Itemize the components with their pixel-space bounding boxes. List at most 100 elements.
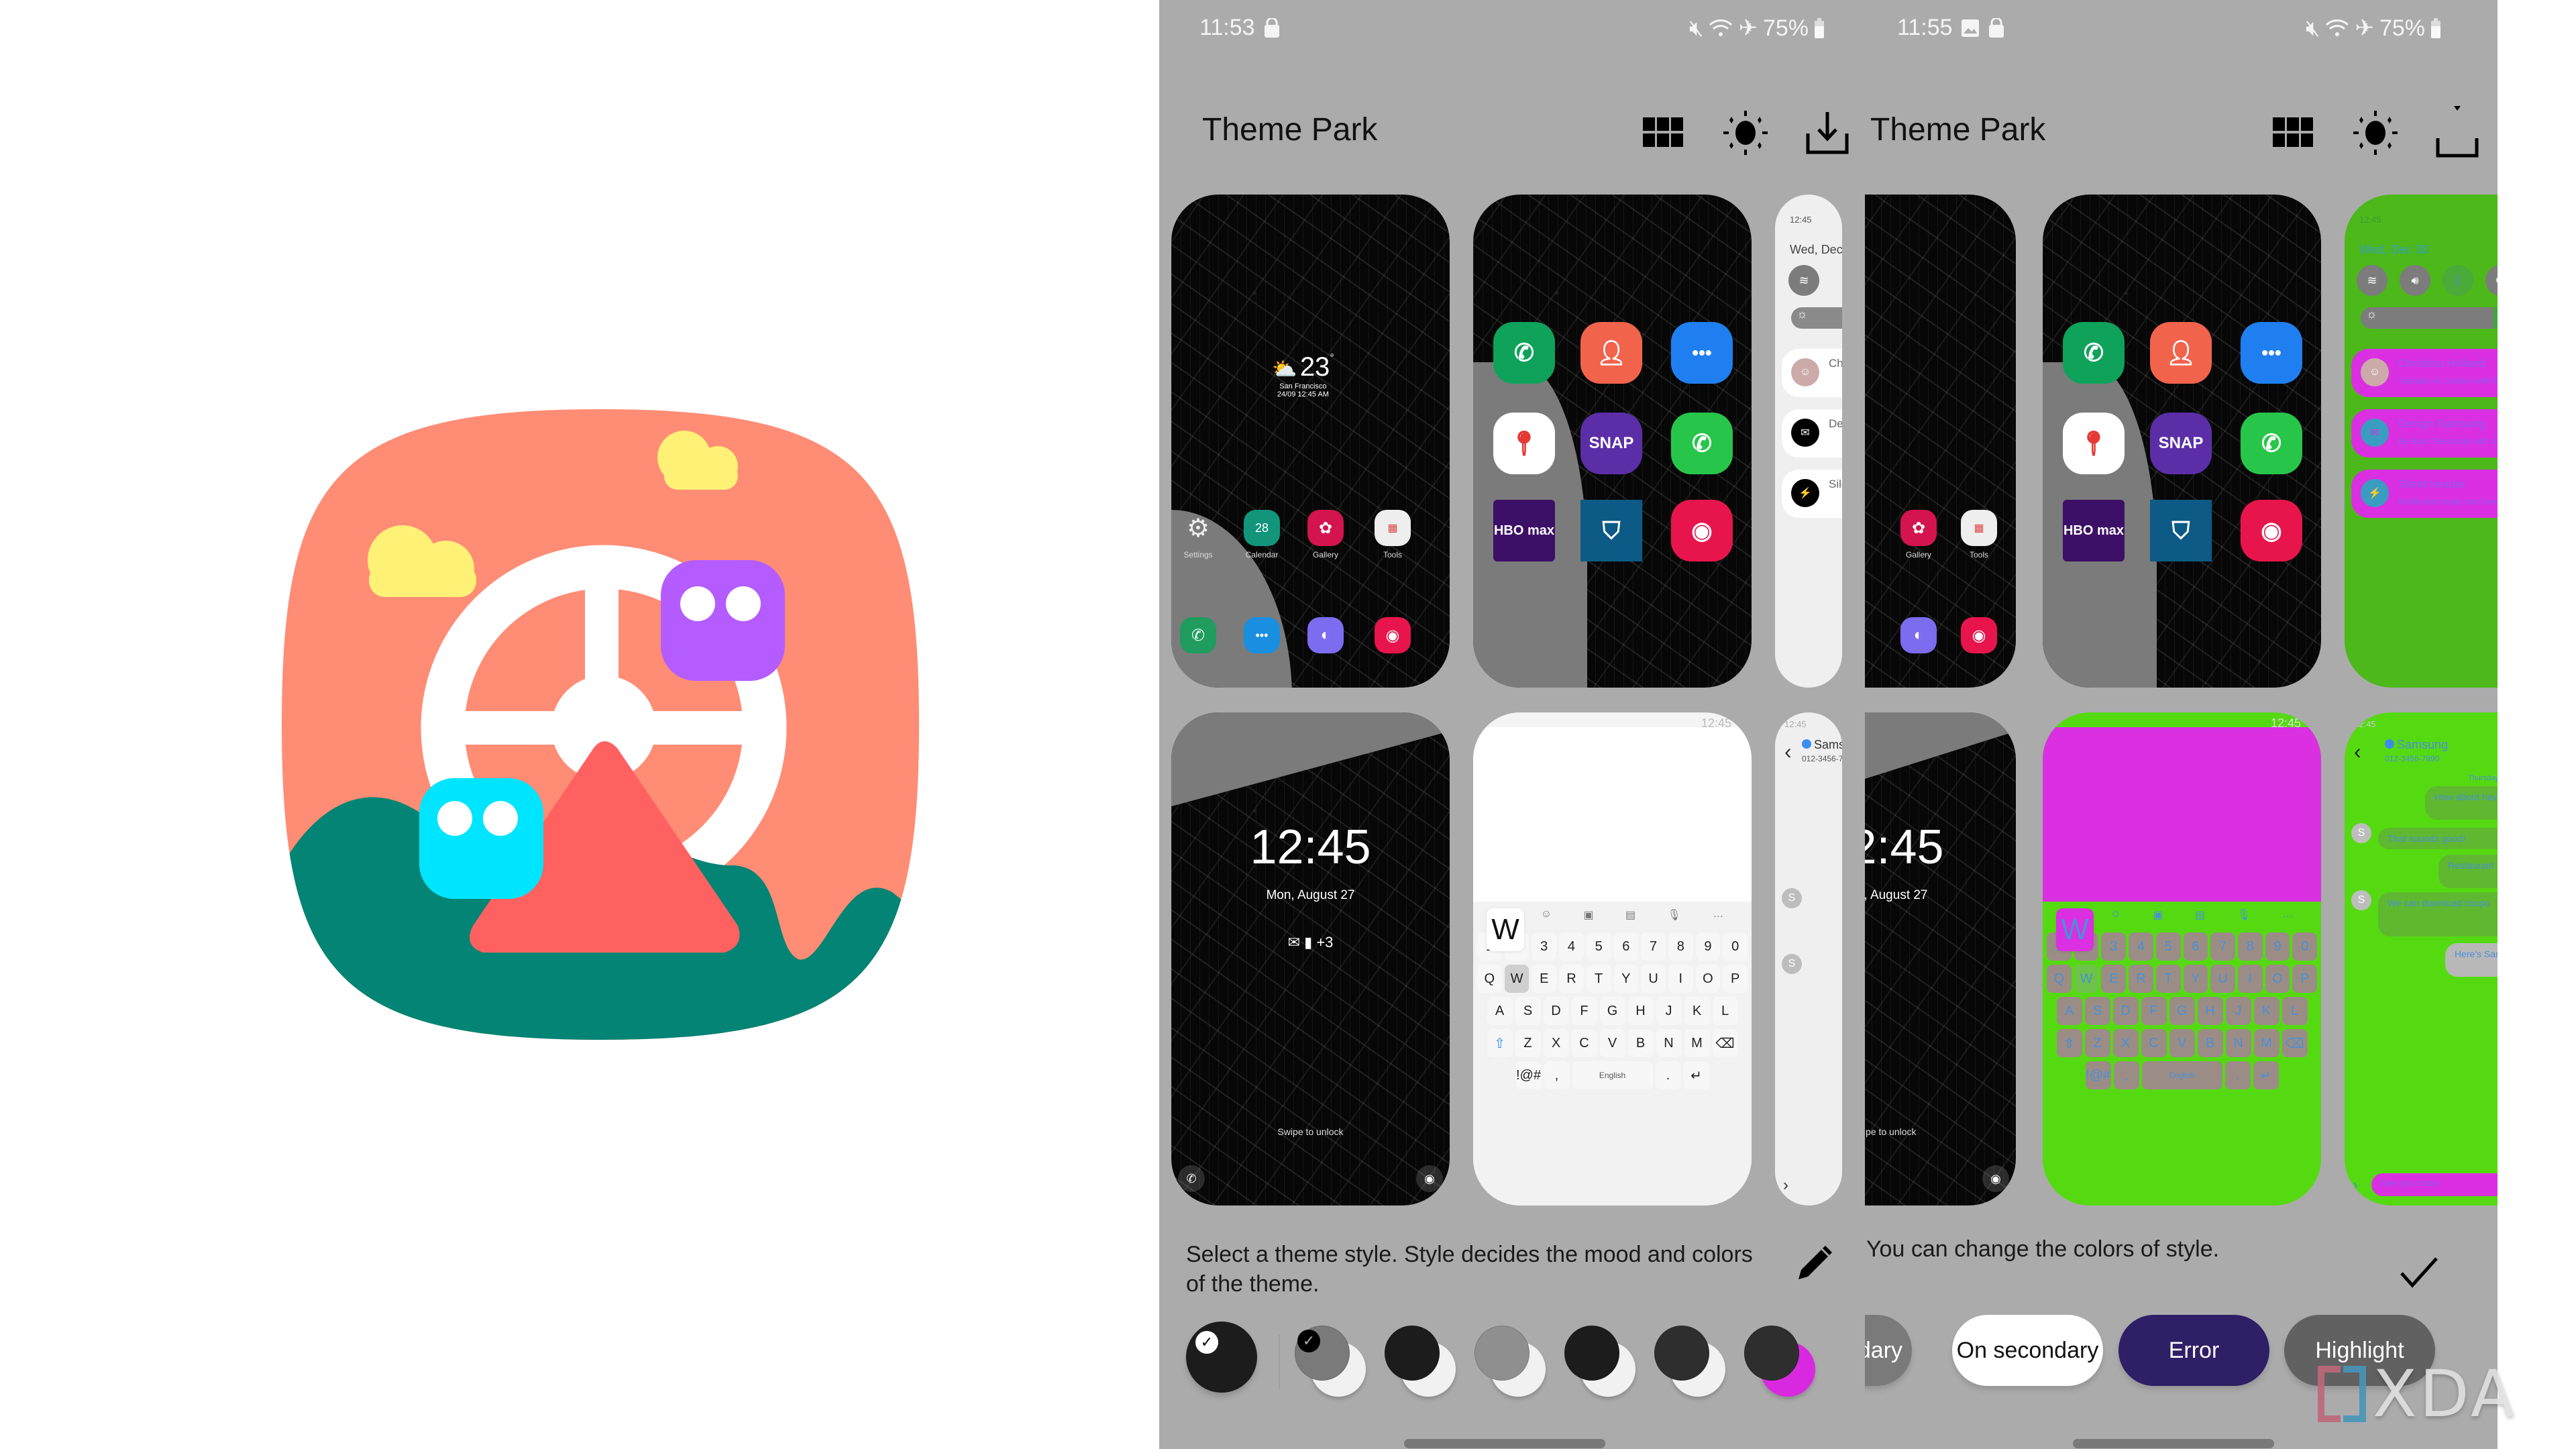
style-swatch[interactable]: ✓ <box>1295 1326 1368 1399</box>
key: 6 <box>1613 932 1639 961</box>
color-chip-on-secondary[interactable]: On secondary <box>1952 1315 2103 1386</box>
home-app-settings: ⚙ Settings <box>1178 510 1218 560</box>
gesture-nav-handle[interactable] <box>1404 1439 1605 1448</box>
key: I <box>2237 965 2263 993</box>
preview-lock-screen[interactable]: 12:45 Mon, August 27 Swipe to unlock ◉ <box>1865 712 2016 1205</box>
edit-style-button[interactable] <box>1790 1241 1837 1288</box>
layout-grid-button[interactable] <box>2269 109 2318 157</box>
dock-messages: ••• <box>1242 617 1282 657</box>
preview-lock-screen[interactable]: 12:45 Mon, August 27 ✉ ▮ +3 Swipe to unl… <box>1171 712 1450 1205</box>
message-bubble-in: We can download coupo <box>2378 892 2498 936</box>
more-icon: … <box>1713 908 1724 920</box>
preview-home-screen[interactable]: ⛅ 23° San Francisco 24/09 12:45 AM ⚙ Set… <box>1171 195 1450 688</box>
key: 7 <box>2210 932 2235 961</box>
emoji-icon: ☺ <box>2110 908 2122 920</box>
download-icon <box>1806 112 1849 154</box>
key: 3 <box>1532 932 1557 961</box>
bolt-icon: ⚡ <box>2361 479 2389 507</box>
style-swatch[interactable] <box>1474 1326 1548 1399</box>
status-time: 11:53 <box>1199 15 1255 40</box>
dock-camera: ◉ <box>1959 617 1999 657</box>
google-maps-icon: 📍︎ <box>2063 413 2125 474</box>
notification-item: ☺ Christina Holland Vacation in London wit… <box>2351 349 2498 397</box>
brightness-button[interactable] <box>2351 109 2400 157</box>
app-label: Tools <box>1969 550 1988 559</box>
preview-app-icons[interactable]: ✆ 👤︎ ••• 📍︎ SNAP ✆ HBO max ⛉ ◉ <box>1473 195 1752 688</box>
battery-icon <box>2431 18 2440 38</box>
key: U <box>2210 965 2235 993</box>
mute-icon: 🔇︎ <box>1689 15 1704 41</box>
key: X <box>1543 1029 1569 1057</box>
gesture-nav-handle[interactable] <box>2073 1439 2274 1448</box>
style-swatch[interactable] <box>1385 1326 1458 1399</box>
home-app-gallery: ✿ Gallery <box>1305 510 1346 559</box>
lock-phone-shortcut-icon: ✆ <box>1178 1165 1205 1192</box>
style-swatch[interactable] <box>1654 1326 1728 1399</box>
message-date: Thursday, October 25, 2018 <box>2467 774 2498 782</box>
battery-icon <box>1815 18 1824 38</box>
layout-grid-button[interactable] <box>1640 109 1688 157</box>
swatch-primary-color <box>1474 1326 1529 1381</box>
preview-home-screen[interactable]: 23 San Francisco ✿Gallery ▦Tools ◐ ◉ <box>1865 195 2016 688</box>
camera-app-icon: ◉ <box>2241 500 2302 561</box>
gif-icon: ▤ <box>1625 910 1636 921</box>
wifi-icon <box>1709 19 1733 36</box>
app-bar: Theme Park <box>1865 101 2498 161</box>
cyan-block-character <box>419 778 543 899</box>
preview-messages[interactable]: 12:45 ‹ Samsung 012-3456-7890 S S › <box>1775 712 1842 1205</box>
weather-city: San Francisco <box>1279 382 1327 390</box>
mic-icon: 🎙︎ <box>1667 910 1681 921</box>
key: N <box>2225 1029 2251 1057</box>
style-swatch[interactable] <box>1744 1326 1818 1399</box>
msg-time: 12:45 <box>2354 719 2376 729</box>
key: C <box>1571 1029 1597 1057</box>
marvel-snap-icon: SNAP <box>2150 413 2212 474</box>
color-chip-error[interactable]: Error <box>2118 1315 2269 1386</box>
key: F <box>2141 997 2167 1025</box>
sticker-icon: ▣ <box>2153 910 2163 921</box>
bubble-text: Restaurant <box>2448 860 2494 871</box>
calendar-day: 28 <box>1254 521 1269 535</box>
key: P <box>1723 965 1748 993</box>
swipe-hint: Swipe to unlock <box>1865 1126 1917 1137</box>
messages-icon: ••• <box>1244 617 1280 653</box>
style-swatch-current[interactable]: ✓ <box>1186 1322 1257 1393</box>
mic-icon: 🎙︎ <box>2237 910 2251 921</box>
key: 8 <box>1668 932 1693 961</box>
preview-keyboard[interactable]: 12:45 C☺▣▤🎙︎… 1234567890QWERTYUIOPASDFGH… <box>2043 712 2321 1205</box>
key: 9 <box>1695 932 1721 961</box>
keyboard-rows: 1234567890QWERTYUIOPASDFGHJKL⇧ZXCVBNM⌫!@… <box>2043 932 2321 1089</box>
map-water <box>1865 712 2016 806</box>
more-icon: … <box>2282 908 2294 920</box>
shopping-bag-icon <box>1264 17 1279 38</box>
notification-title: Silent header <box>1829 478 1842 490</box>
brightness-button[interactable] <box>1721 109 1770 157</box>
style-swatches: ✓ ✓ <box>1186 1322 1864 1409</box>
grid-icon <box>2273 117 2313 147</box>
weather-temp: 23 <box>1299 352 1330 382</box>
preview-quick-panel[interactable]: 12:45 Wed, Dec 30 ≋ ☼ ☺ Christina Holland… <box>1775 195 1842 688</box>
dock-camera: ◉ <box>1373 617 1413 657</box>
key: E <box>2101 965 2127 993</box>
preview-messages[interactable]: 12:45 ‹ Samsung 012-3456-7890 Thursday, … <box>2345 712 2498 1205</box>
key: !@# <box>2085 1061 2111 1089</box>
key: 7 <box>1641 932 1666 961</box>
preview-keyboard[interactable]: 12:45 C☺▣▤🎙︎… 1234567890QWERTYUIOPASDFGH… <box>1473 712 1752 1205</box>
preview-app-icons[interactable]: ✆ 👤︎ ••• 📍︎ SNAP ✆ HBO max ⛉ ◉ <box>2043 195 2321 688</box>
color-chip-ondary[interactable]: ondary <box>1865 1315 1912 1386</box>
bubble-text: We can download coupo <box>2387 898 2491 908</box>
qs-time: 12:45 <box>1790 215 1812 225</box>
download-button[interactable] <box>1803 109 1851 157</box>
screenshot-root: 11:53 🔇︎ ✈ 75% Theme Park ⛅ 23° San Fran… <box>0 0 2576 1449</box>
app-label: Calendar <box>1245 550 1279 559</box>
key: T <box>2155 965 2181 993</box>
keyboard-row: QWERTYUIOP <box>1477 965 1748 993</box>
preview-quick-panel[interactable]: 12:45 Wed, Dec 30 ≋ 🔊︎ ᛒ ⟳ ☼ ☺ Christina … <box>2345 195 2498 688</box>
swatch-primary-color <box>1654 1326 1709 1381</box>
confirm-button[interactable] <box>2396 1249 2443 1296</box>
style-swatch[interactable] <box>1564 1326 1638 1399</box>
download-button[interactable] <box>2433 106 2481 158</box>
security-shield-icon: ⛉ <box>2150 500 2212 561</box>
settings-gear-icon: ⚙ <box>1186 514 1210 543</box>
messages-app-icon: ••• <box>2241 322 2302 384</box>
